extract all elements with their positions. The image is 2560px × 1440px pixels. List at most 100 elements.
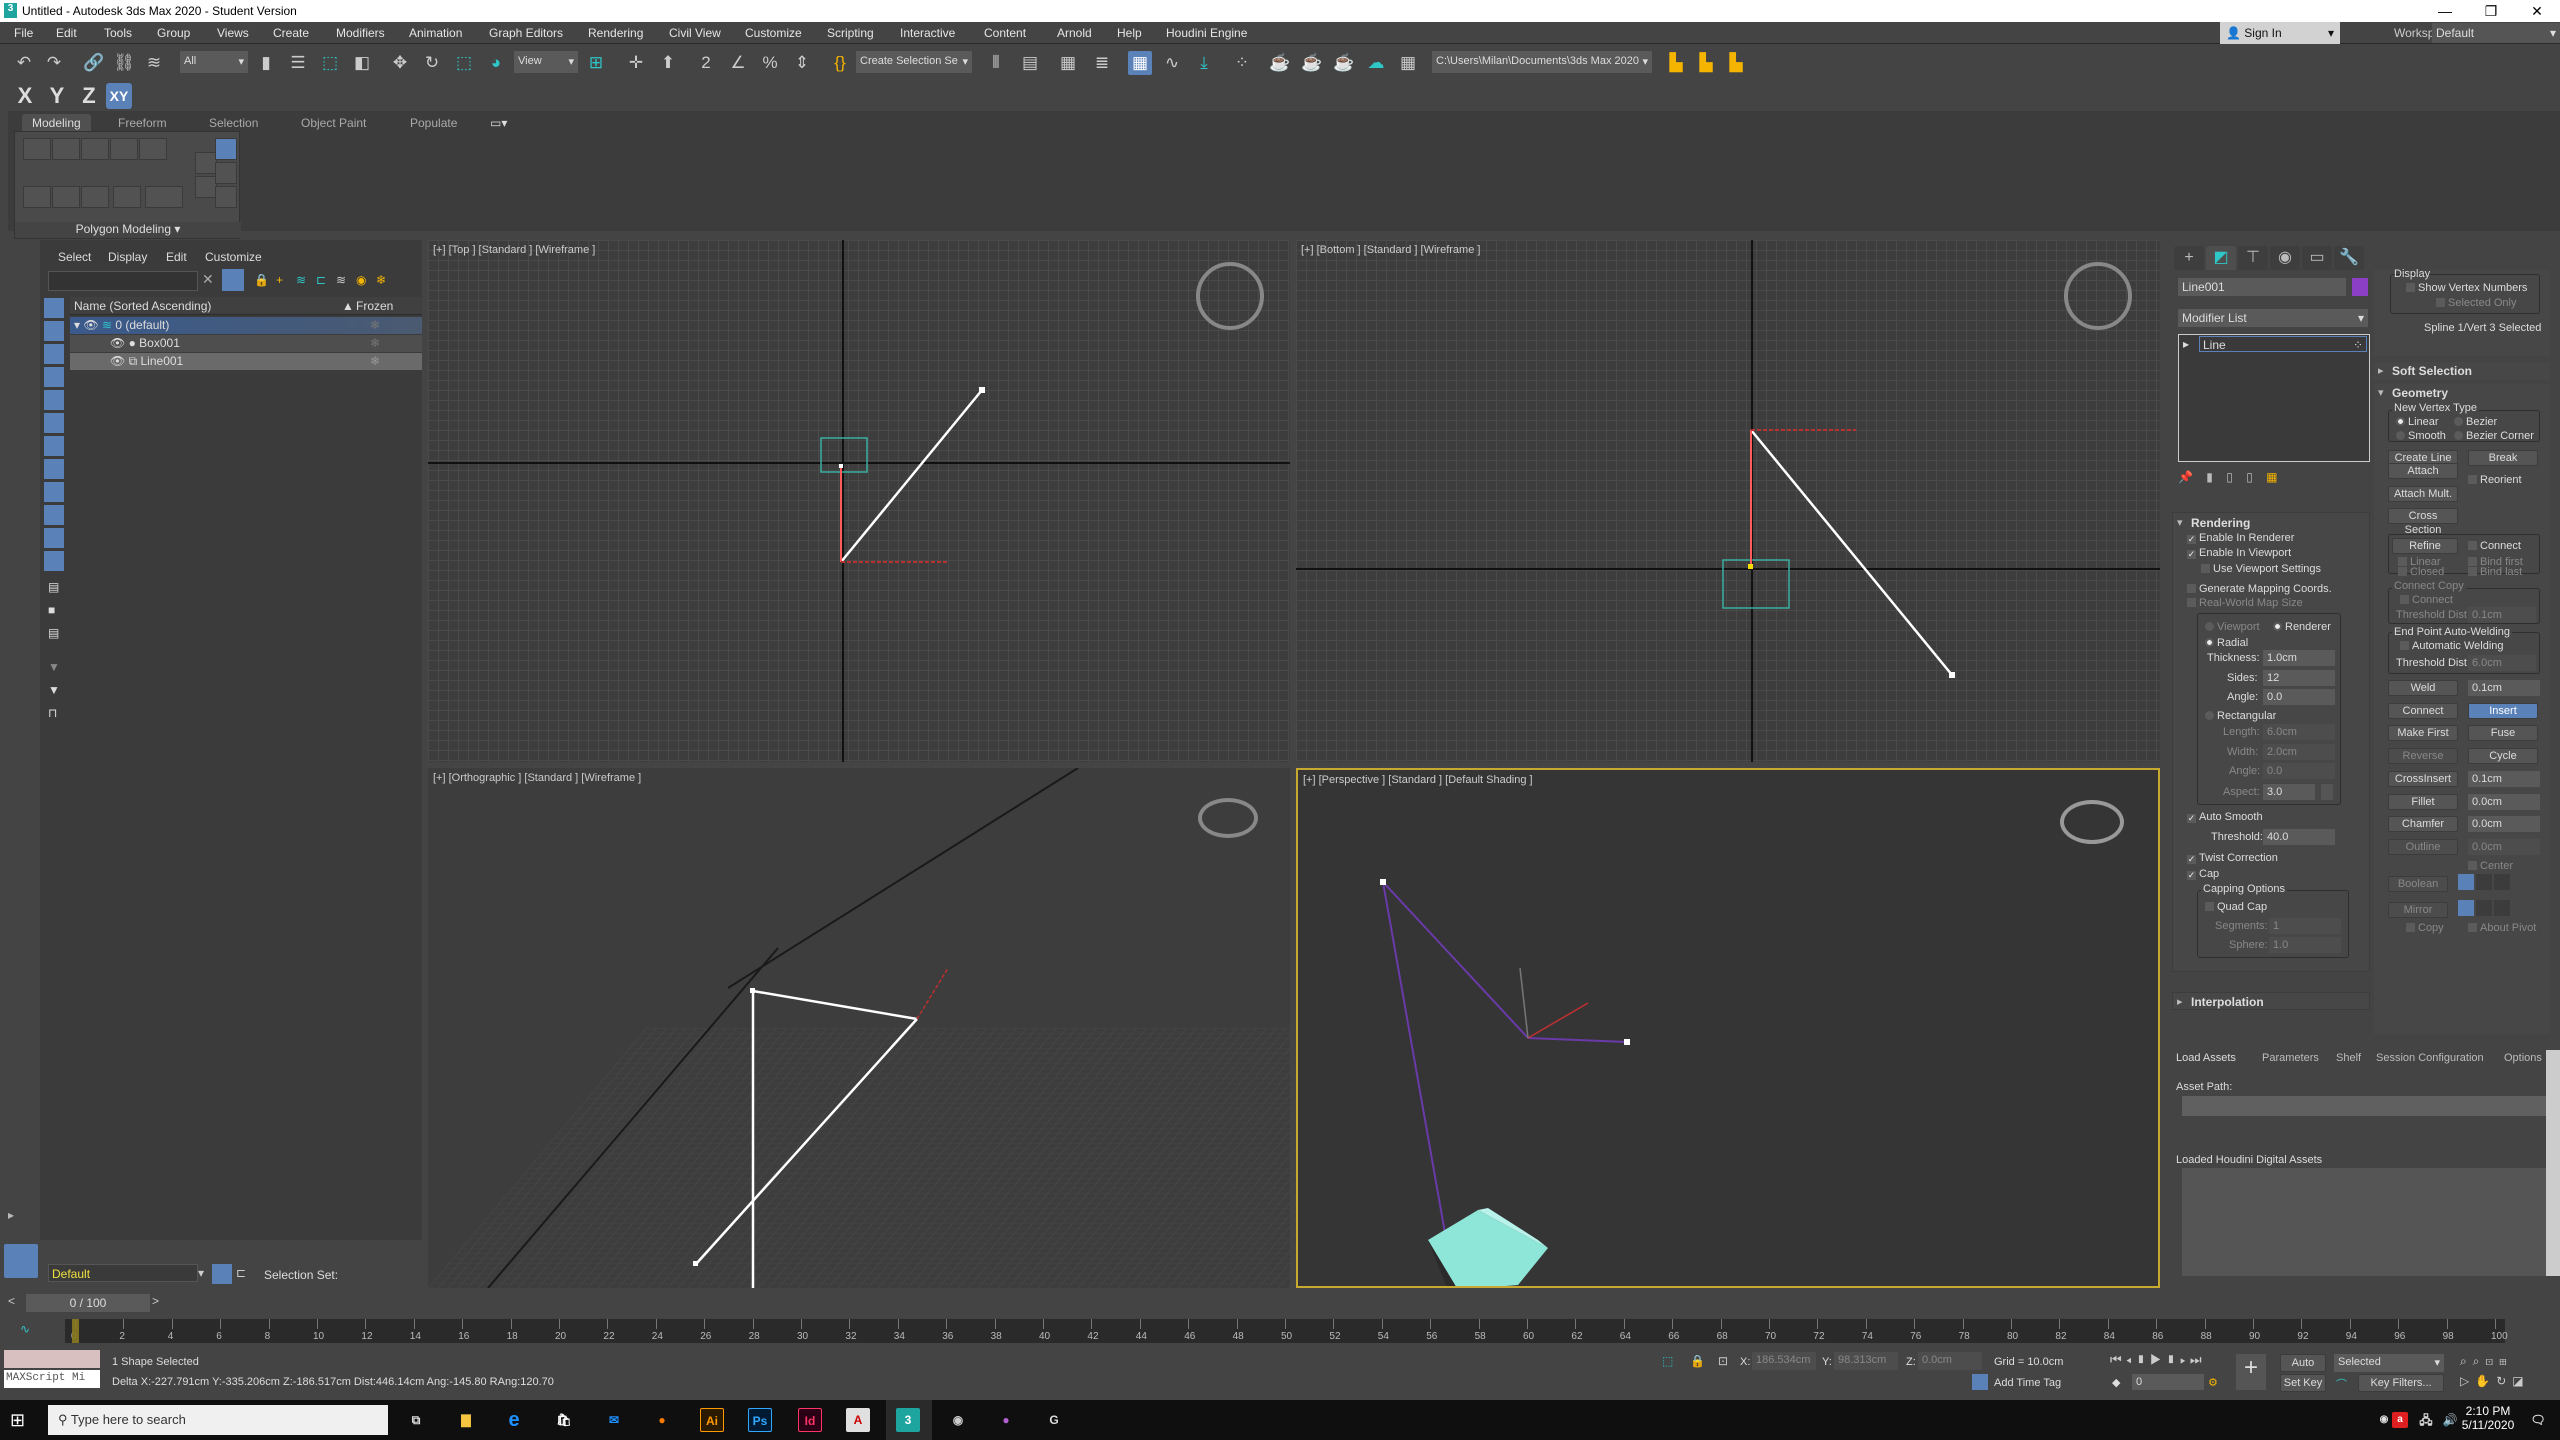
mirror-both-icon[interactable] bbox=[2494, 900, 2510, 916]
task-view-icon[interactable]: ⧉ bbox=[404, 1408, 428, 1432]
align-icon[interactable]: ▤ bbox=[1018, 51, 1042, 75]
asset-path-input[interactable] bbox=[2182, 1096, 2546, 1116]
motion-tab-icon[interactable]: ◉ bbox=[2270, 246, 2300, 270]
segments-spinner[interactable]: 1 bbox=[2269, 918, 2341, 934]
isolate-selection-icon[interactable]: ⬚ bbox=[1662, 1354, 1673, 1368]
menu-graph-editors[interactable]: Graph Editors bbox=[489, 26, 563, 40]
time-slider-thumb[interactable]: 0 / 100 bbox=[26, 1294, 150, 1312]
viewport-orthographic[interactable]: [+] [Orthographic ] [Standard ] [Wirefra… bbox=[428, 768, 1290, 1288]
sign-in-button[interactable]: 👤 Sign In ▾ bbox=[2220, 22, 2340, 44]
filter-groups-icon[interactable] bbox=[44, 436, 64, 456]
visibility-eye-icon[interactable]: 👁 bbox=[110, 354, 125, 368]
filter-containers-icon[interactable] bbox=[44, 505, 64, 525]
field-of-view-icon[interactable]: ▷ bbox=[2460, 1374, 2475, 1388]
3ds-max-icon[interactable]: 3 bbox=[896, 1408, 920, 1432]
add-time-tag-button[interactable]: Add Time Tag bbox=[1994, 1377, 2061, 1389]
stack-up-icon[interactable] bbox=[195, 152, 217, 174]
hierarchy-tab-icon[interactable]: ⊤ bbox=[2238, 246, 2268, 270]
copy-checkbox[interactable]: Copy bbox=[2406, 922, 2444, 934]
invert-display-icon[interactable]: ▤ bbox=[48, 626, 59, 640]
object-name-field[interactable]: Line001 bbox=[2178, 278, 2346, 296]
maximize-button[interactable]: ❐ bbox=[2468, 0, 2514, 22]
pin-stack-icon[interactable]: 📌 bbox=[2178, 470, 2193, 484]
viewcube-icon[interactable] bbox=[2060, 800, 2124, 844]
filter-frozen-icon[interactable] bbox=[44, 528, 64, 548]
viewport-radio[interactable]: Viewport bbox=[2205, 621, 2260, 633]
keyboard-shortcut-icon[interactable]: ⬆ bbox=[656, 51, 680, 75]
menu-scripting[interactable]: Scripting bbox=[827, 26, 874, 40]
curve-editor-mini-icon[interactable]: ∿ bbox=[20, 1322, 30, 1336]
scene-explorer-toggle-icon[interactable]: ▦ bbox=[1056, 51, 1080, 75]
taskbar-clock[interactable]: 2:10 PM 5/11/2020 bbox=[2448, 1404, 2528, 1432]
filter-settings-icon[interactable]: ▼ bbox=[48, 660, 60, 674]
viewport-label[interactable]: [+] [Top ] [Standard ] [Wireframe ] bbox=[433, 244, 595, 256]
width-spinner[interactable]: 2.0cm bbox=[2263, 744, 2335, 760]
filter-geometry-icon[interactable] bbox=[44, 298, 64, 318]
modify-tab-icon[interactable]: ◩ bbox=[2206, 246, 2236, 270]
boolean-button[interactable]: Boolean bbox=[2388, 876, 2448, 892]
scene-menu-edit[interactable]: Edit bbox=[166, 250, 187, 264]
play-icon[interactable]: ▶ bbox=[2150, 1352, 2166, 1367]
menu-animation[interactable]: Animation bbox=[409, 26, 462, 40]
notifications-icon[interactable]: 🗨 bbox=[2526, 1408, 2550, 1432]
edit-named-selection-icon[interactable]: {} bbox=[828, 51, 852, 75]
boolean-subtract-icon[interactable] bbox=[2476, 874, 2492, 890]
schematic-view-icon[interactable]: ⤓ bbox=[1192, 51, 1216, 75]
enable-in-viewport-checkbox[interactable]: ✓ Enable In Viewport bbox=[2187, 547, 2291, 559]
axis-y-button[interactable]: Y bbox=[44, 83, 70, 109]
soft-selection-rollout[interactable]: ▸ Soft Selection bbox=[2374, 362, 2550, 380]
utilities-tab-icon[interactable]: 🔧 bbox=[2334, 246, 2364, 270]
ribbon-toggle-icon[interactable]: ▦ bbox=[1128, 51, 1152, 75]
link-icon[interactable]: 🔗 bbox=[82, 51, 106, 75]
add-to-layer-icon[interactable]: ≋ bbox=[296, 273, 306, 287]
center-checkbox[interactable]: Center bbox=[2468, 860, 2513, 872]
zoom-extents-icon[interactable]: ⊡ bbox=[2485, 1354, 2499, 1368]
gog-galaxy-icon[interactable]: ● bbox=[994, 1408, 1018, 1432]
previous-frame-button[interactable]: < bbox=[8, 1294, 18, 1312]
pivot-center-icon[interactable]: ⊞ bbox=[584, 51, 608, 75]
cycle-button[interactable]: Cycle bbox=[2468, 748, 2538, 764]
houdini-tab-options[interactable]: Options bbox=[2504, 1052, 2542, 1064]
ribbon-options-icon[interactable]: ▭▾ bbox=[490, 116, 507, 130]
select-by-name-icon[interactable]: ☰ bbox=[286, 51, 310, 75]
reference-coordinate-dropdown[interactable]: View ▾ bbox=[514, 51, 578, 73]
scene-menu-select[interactable]: Select bbox=[58, 250, 91, 264]
modifier-list-dropdown[interactable]: Modifier List ▾ bbox=[2178, 309, 2368, 327]
current-layer-dropdown[interactable]: Default bbox=[48, 1264, 198, 1282]
create-tab-icon[interactable]: + bbox=[2174, 246, 2204, 270]
geometry-rollout-title[interactable]: Geometry bbox=[2392, 386, 2448, 400]
menu-rendering[interactable]: Rendering bbox=[588, 26, 643, 40]
create-project-icon[interactable]: ▙ bbox=[1694, 51, 1718, 75]
minimize-button[interactable]: — bbox=[2422, 0, 2468, 22]
visibility-eye-icon[interactable]: 👁 bbox=[83, 318, 98, 332]
aspect-spinner[interactable]: 3.0 bbox=[2263, 784, 2315, 800]
bind-space-warp-icon[interactable]: ≋ bbox=[142, 51, 166, 75]
reverse-button[interactable]: Reverse bbox=[2388, 748, 2458, 764]
rectangular-selection-icon[interactable]: ⬚ bbox=[318, 51, 342, 75]
viewcube-compass-icon[interactable] bbox=[1196, 262, 1264, 330]
maxscript-mini-listener[interactable]: MAXScript Mi bbox=[4, 1370, 100, 1388]
chamfer-spinner[interactable]: 0.0cm bbox=[2468, 816, 2540, 832]
ribbon-tab-freeform[interactable]: Freeform bbox=[118, 116, 167, 130]
time-tag-icon[interactable] bbox=[1972, 1374, 1988, 1390]
scene-row-line001[interactable]: 👁 ⧉ Line001 ❄ bbox=[70, 353, 422, 370]
go-to-end-icon[interactable]: ⏭ bbox=[2190, 1352, 2206, 1367]
automatic-welding-checkbox[interactable]: Automatic Welding bbox=[2400, 640, 2504, 652]
time-configuration-icon[interactable]: ⚙ bbox=[2208, 1376, 2218, 1389]
angle-snap-icon[interactable]: ∠ bbox=[726, 51, 750, 75]
create-layer-icon[interactable]: + bbox=[276, 273, 283, 287]
isolate-icon[interactable] bbox=[113, 186, 141, 208]
freeze-icon[interactable]: ❄ bbox=[376, 273, 386, 287]
collapse-triangle-icon[interactable]: ▾ bbox=[2378, 386, 2384, 399]
key-mode-toggle-icon[interactable]: ◆ bbox=[2112, 1376, 2120, 1389]
menu-file[interactable]: File bbox=[14, 26, 33, 40]
show-end-result-icon[interactable] bbox=[215, 138, 237, 160]
viewcube-compass-icon[interactable] bbox=[2064, 262, 2132, 330]
fuse-button[interactable]: Fuse bbox=[2468, 725, 2538, 741]
vertex-type-linear-radio[interactable]: Linear bbox=[2396, 416, 2439, 428]
timeline-ruler[interactable]: 0246810121416182022242628303234363840424… bbox=[65, 1319, 2508, 1343]
material-editor-icon[interactable]: ⁘ bbox=[1230, 51, 1254, 75]
filter-hidden-icon[interactable] bbox=[44, 551, 64, 571]
configure-sets-icon[interactable]: ▦ bbox=[2266, 470, 2277, 484]
make-first-button[interactable]: Make First bbox=[2388, 725, 2458, 741]
